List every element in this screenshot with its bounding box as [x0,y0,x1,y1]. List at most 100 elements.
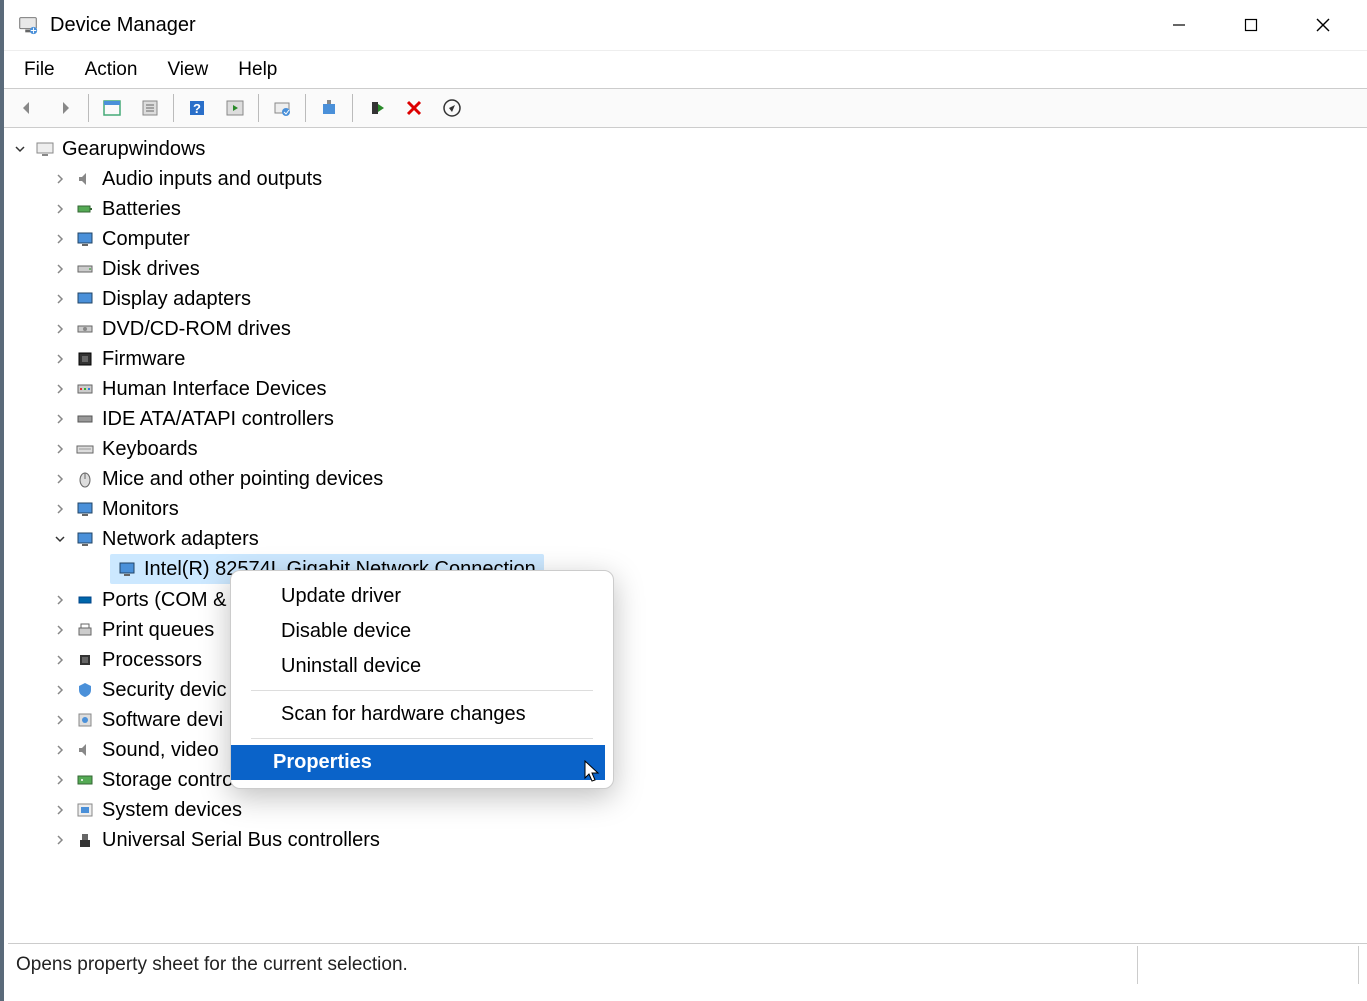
category-icon [74,378,96,400]
tree-category[interactable]: Monitors [12,494,1367,524]
chevron-right-icon[interactable] [52,501,68,517]
chevron-right-icon[interactable] [52,682,68,698]
chevron-right-icon[interactable] [52,171,68,187]
properties-button[interactable] [132,92,168,124]
tree-category[interactable]: Software devi [12,705,1367,735]
chevron-right-icon[interactable] [52,351,68,367]
tree-category-label: System devices [102,799,242,822]
tree-category-label: DVD/CD-ROM drives [102,318,291,341]
category-icon [74,649,96,671]
close-button[interactable] [1287,0,1359,50]
category-icon [74,228,96,250]
minimize-button[interactable] [1143,0,1215,50]
chevron-down-icon[interactable] [12,141,28,157]
context-menu: Update driver Disable device Uninstall d… [230,570,614,789]
chevron-right-icon[interactable] [52,832,68,848]
update-driver-button[interactable] [311,92,347,124]
tree-category-label: Audio inputs and outputs [102,168,322,191]
enable-device-button[interactable] [358,92,394,124]
tree-category[interactable]: Disk drives [12,254,1367,284]
tree-category[interactable]: Universal Serial Bus controllers [12,825,1367,855]
tree-root[interactable]: Gearupwindows [12,134,1367,164]
tree-category-label: Batteries [102,198,181,221]
disable-device-button[interactable] [434,92,470,124]
chevron-right-icon[interactable] [52,321,68,337]
tree-category-label: Sound, video [102,739,219,762]
category-icon [74,348,96,370]
chevron-right-icon[interactable] [52,802,68,818]
svg-text:?: ? [193,101,201,116]
chevron-right-icon[interactable] [52,201,68,217]
tree-category[interactable]: Security devic [12,675,1367,705]
tree-category[interactable]: Keyboards [12,434,1367,464]
tree-category[interactable]: Storage contro [12,765,1367,795]
scan-hardware-button[interactable] [264,92,300,124]
tree-category[interactable]: Processors [12,645,1367,675]
tree-category-label: Mice and other pointing devices [102,468,383,491]
tree-category-label: Monitors [102,498,179,521]
tree-category-label: Disk drives [102,258,200,281]
chevron-right-icon[interactable] [52,712,68,728]
category-icon [74,829,96,851]
category-icon [74,619,96,641]
category-icon [74,438,96,460]
device-tree[interactable]: Gearupwindows Audio inputs and outputs Ba… [4,128,1367,886]
tree-category[interactable]: Ports (COM & [12,585,1367,615]
help-button[interactable]: ? [179,92,215,124]
ctx-properties[interactable]: Properties [231,745,605,780]
tree-category[interactable]: Audio inputs and outputs [12,164,1367,194]
tree-category[interactable]: DVD/CD-ROM drives [12,314,1367,344]
tree-category-label: Print queues [102,619,214,642]
tree-category[interactable]: Print queues [12,615,1367,645]
chevron-right-icon[interactable] [52,381,68,397]
ctx-scan-hardware[interactable]: Scan for hardware changes [231,697,613,732]
category-icon [74,589,96,611]
ctx-separator [251,690,593,691]
chevron-right-icon[interactable] [52,231,68,247]
category-icon [74,799,96,821]
tree-category-label: Network adapters [102,528,259,551]
tree-category-label: Keyboards [102,438,198,461]
tree-category-label: Software devi [102,709,223,732]
maximize-button[interactable] [1215,0,1287,50]
forward-button[interactable] [47,92,83,124]
chevron-down-icon[interactable] [52,531,68,547]
tree-category[interactable]: System devices [12,795,1367,825]
tree-category[interactable]: Network adapters [12,524,1367,554]
chevron-right-icon[interactable] [52,471,68,487]
ctx-uninstall-device[interactable]: Uninstall device [231,649,613,684]
tree-category[interactable]: Mice and other pointing devices [12,464,1367,494]
category-icon [74,528,96,550]
tree-category[interactable]: Firmware [12,344,1367,374]
menu-view[interactable]: View [153,53,222,87]
menu-action[interactable]: Action [71,53,152,87]
ctx-update-driver[interactable]: Update driver [231,579,613,614]
chevron-right-icon[interactable] [52,411,68,427]
tree-category[interactable]: Sound, video [12,735,1367,765]
action-list-button[interactable] [217,92,253,124]
chevron-right-icon[interactable] [52,622,68,638]
chevron-right-icon[interactable] [52,261,68,277]
ctx-separator [251,738,593,739]
tree-category[interactable]: IDE ATA/ATAPI controllers [12,404,1367,434]
category-icon [74,258,96,280]
chevron-right-icon[interactable] [52,592,68,608]
network-adapter-icon [116,558,138,580]
menu-help[interactable]: Help [224,53,291,87]
tree-category[interactable]: Computer [12,224,1367,254]
chevron-right-icon[interactable] [52,772,68,788]
back-button[interactable] [9,92,45,124]
chevron-right-icon[interactable] [52,742,68,758]
chevron-right-icon[interactable] [52,441,68,457]
ctx-disable-device[interactable]: Disable device [231,614,613,649]
category-icon [74,709,96,731]
chevron-right-icon[interactable] [52,291,68,307]
tree-category[interactable]: Display adapters [12,284,1367,314]
chevron-right-icon[interactable] [52,652,68,668]
tree-category-label: Security devic [102,679,227,702]
tree-category[interactable]: Batteries [12,194,1367,224]
menu-file[interactable]: File [10,53,69,87]
tree-category[interactable]: Human Interface Devices [12,374,1367,404]
uninstall-device-button[interactable] [396,92,432,124]
show-hide-console-button[interactable] [94,92,130,124]
